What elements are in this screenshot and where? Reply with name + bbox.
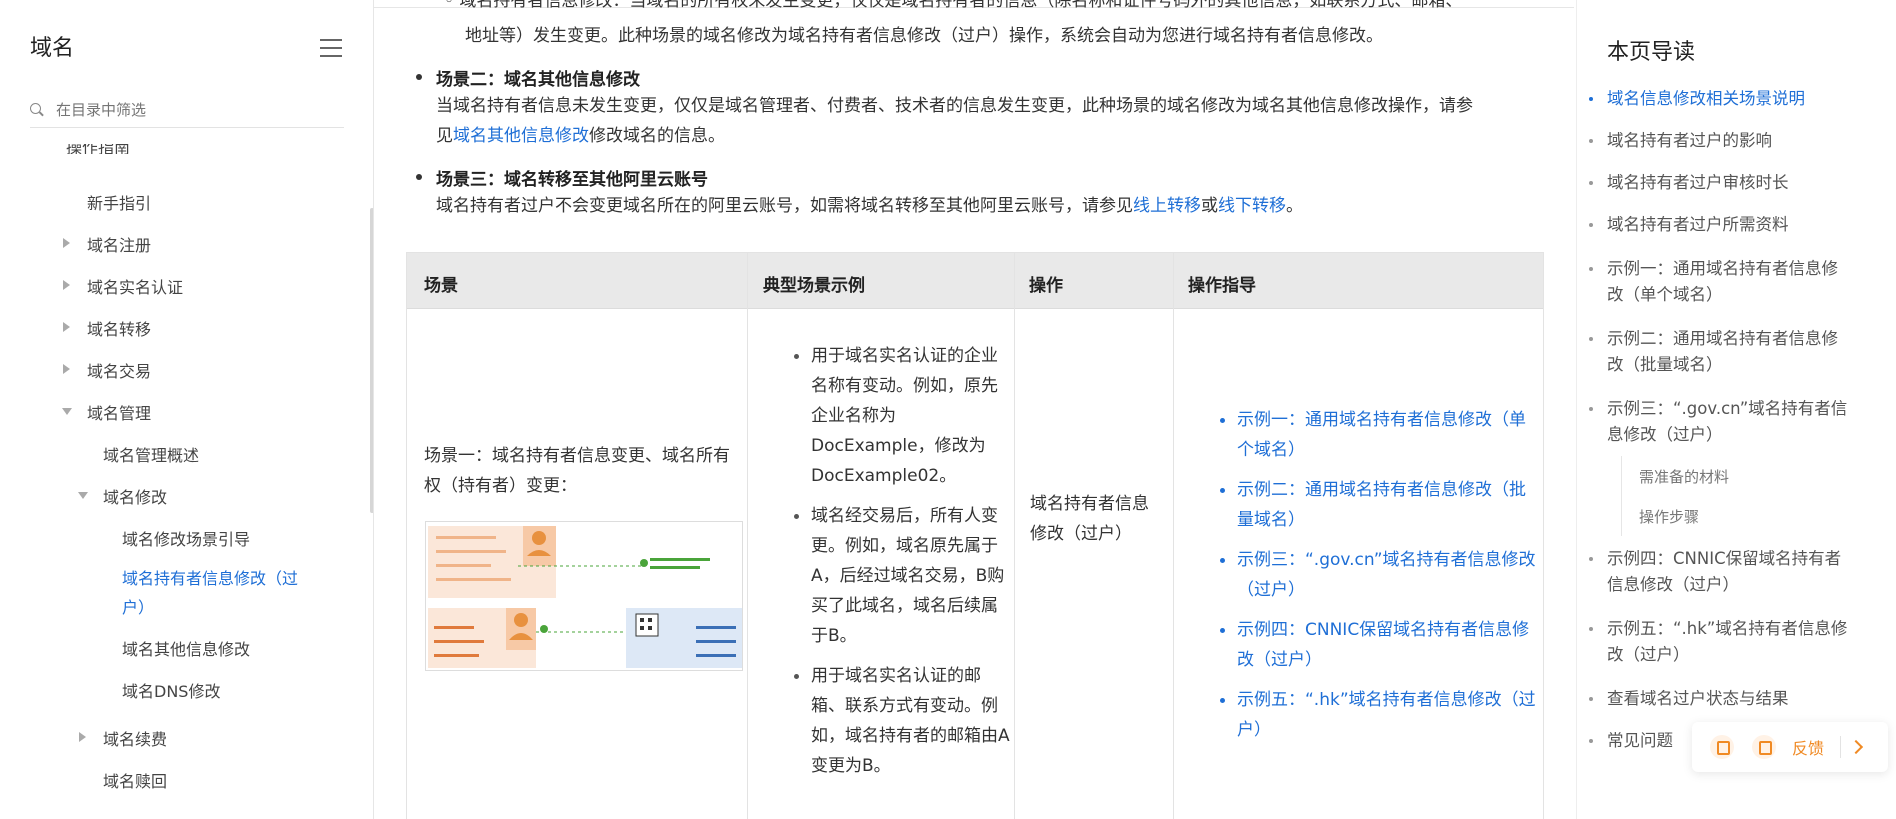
- toc-item-example-4[interactable]: 示例四：CNNIC保留域名持有者信息修改（过户）: [1589, 546, 1852, 598]
- chevron-right-icon[interactable]: [1848, 739, 1864, 755]
- scene3-text: 域名持有者过户不会变更域名所在的阿里云账号，如需将域名转移至其他阿里云账号，请参…: [436, 196, 1303, 216]
- th-scene: 场景: [424, 276, 458, 296]
- guide-link-4[interactable]: 示例四：CNNIC保留域名持有者信息修改（过户）: [1220, 615, 1537, 675]
- toc-item-faq[interactable]: 常见问题: [1589, 728, 1687, 754]
- toc-item-example-3[interactable]: 示例三：“.gov.cn”域名持有者信息修改（过户）: [1589, 396, 1852, 448]
- scene2-title: 场景二：域名其他信息修改: [416, 65, 640, 90]
- th-operation: 操作: [1029, 276, 1063, 296]
- example-item: 用于域名实名认证的企业名称有变动。例如，原先企业名称为DocExample，修改…: [794, 341, 1011, 491]
- guide-link-5[interactable]: 示例五：“.hk”域名持有者信息修改（过户）: [1220, 685, 1537, 745]
- scene2-text2: 见域名其他信息修改修改域名的信息。: [436, 126, 725, 146]
- toc-item-example-5[interactable]: 示例五：“.hk”域名持有者信息修改（过户）: [1589, 616, 1852, 668]
- thumbs-up-icon[interactable]: [1710, 735, 1734, 759]
- sidebar-item-redeem[interactable]: 域名赎回: [103, 768, 167, 792]
- thumbs-down-icon[interactable]: [1752, 735, 1776, 759]
- top-line-2: 地址等）发生变更。此种场景的域名修改为域名持有者信息修改（过户）操作，系统会自动…: [465, 26, 1383, 46]
- feedback-widget: 反馈: [1692, 722, 1888, 772]
- example-item: 用于域名实名认证的邮箱、联系方式有变动。例如，域名持有者的邮箱由A变更为B。: [794, 661, 1011, 781]
- guide-link-2[interactable]: 示例二：通用域名持有者信息修改（批量域名）: [1220, 475, 1537, 535]
- sidebar-item-manage-overview[interactable]: 域名管理概述: [103, 442, 199, 466]
- sidebar-item-beginner[interactable]: 新手指引: [87, 190, 151, 214]
- top-line-1: ◦ 域名持有者信息修改：当域名的所有权未发生变更，仅仅是域名持有者的信息（除名称…: [444, 0, 1463, 11]
- toc-item-review-time[interactable]: 域名持有者过户审核时长: [1589, 170, 1867, 196]
- toc-item-example-2[interactable]: 示例二：通用域名持有者信息修改（批量域名）: [1589, 326, 1847, 378]
- table-header: 场景 典型场景示例 操作 操作指导: [407, 253, 1543, 309]
- sidebar: 域名 操作指南 新手指引 域名注册 域名实名认证 域名转移 域名交易 域名管理 …: [0, 0, 374, 819]
- sidebar-item-trade[interactable]: 域名交易: [63, 358, 151, 382]
- sidebar-item-modify[interactable]: 域名修改: [78, 484, 167, 508]
- sidebar-item-other-modify[interactable]: 域名其他信息修改: [122, 636, 250, 660]
- toc-item-materials[interactable]: 域名持有者过户所需资料: [1589, 212, 1867, 238]
- toc-item-impact[interactable]: 域名持有者过户的影响: [1589, 128, 1867, 154]
- feedback-button[interactable]: 反馈: [1792, 735, 1824, 759]
- offline-transfer-link[interactable]: 线下转移: [1218, 196, 1286, 216]
- sidebar-item-guide[interactable]: 操作指南: [66, 144, 130, 154]
- sidebar-item-register[interactable]: 域名注册: [63, 232, 151, 256]
- search-input[interactable]: [56, 100, 326, 119]
- sidebar-item-modify-guide[interactable]: 域名修改场景引导: [122, 526, 250, 550]
- sidebar-item-transfer[interactable]: 域名转移: [63, 316, 151, 340]
- table-cell-operation: 域名持有者信息修改（过户）: [1030, 494, 1149, 544]
- examples-list: 用于域名实名认证的企业名称有变动。例如，原先企业名称为DocExample，修改…: [794, 341, 1011, 791]
- toc-sub-materials[interactable]: 需准备的材料: [1639, 466, 1729, 487]
- sidebar-search[interactable]: [30, 92, 344, 128]
- search-icon: [30, 102, 44, 117]
- main-content: ◦ 域名持有者信息修改：当域名的所有权未发生变更，仅仅是域名持有者的信息（除名称…: [374, 0, 1574, 819]
- scenario-diagram: [425, 521, 743, 671]
- guide-link-1[interactable]: 示例一：通用域名持有者信息修改（单个域名）: [1220, 405, 1537, 465]
- online-transfer-link[interactable]: 线上转移: [1133, 196, 1201, 216]
- guide-link-3[interactable]: 示例三：“.gov.cn”域名持有者信息修改（过户）: [1220, 545, 1537, 605]
- sidebar-item-realname[interactable]: 域名实名认证: [63, 274, 183, 298]
- sidebar-item-renew[interactable]: 域名续费: [79, 726, 167, 750]
- sidebar-item-holder-modify[interactable]: 域名持有者信息修改（过户）: [122, 564, 322, 622]
- guide-list: 示例一：通用域名持有者信息修改（单个域名） 示例二：通用域名持有者信息修改（批量…: [1220, 405, 1537, 755]
- example-item: 域名经交易后，所有人变更。例如，域名原先属于A，后经过域名交易，B购买了此域名，…: [794, 501, 1011, 651]
- sidebar-item-manage[interactable]: 域名管理: [62, 400, 151, 424]
- toc-title: 本页导读: [1607, 40, 1696, 65]
- scenario-table: 场景 典型场景示例 操作 操作指导 场景一：域名持有者信息变更、域名所有权（持有…: [406, 252, 1544, 819]
- sidebar-title: 域名: [30, 36, 75, 61]
- th-guide: 操作指导: [1188, 276, 1256, 296]
- menu-icon[interactable]: [320, 39, 342, 57]
- other-info-modify-link[interactable]: 域名其他信息修改: [453, 126, 589, 146]
- scene2-text1: 当域名持有者信息未发生变更，仅仅是域名管理者、付费者、技术者的信息发生变更，此种…: [436, 96, 1473, 116]
- toc-sub-steps[interactable]: 操作步骤: [1639, 506, 1699, 527]
- sidebar-header: 域名: [30, 32, 342, 66]
- toc-item-status[interactable]: 查看域名过户状态与结果: [1589, 686, 1867, 712]
- th-examples: 典型场景示例: [763, 276, 865, 296]
- scene3-title: 场景三：域名转移至其他阿里云账号: [416, 165, 708, 190]
- sidebar-item-dns-modify[interactable]: 域名DNS修改: [122, 678, 220, 702]
- toc-item-scenarios[interactable]: 域名信息修改相关场景说明: [1589, 86, 1867, 112]
- table-cell-scene: 场景一：域名持有者信息变更、域名所有权（持有者）变更：: [424, 446, 730, 496]
- toc: 本页导读 域名信息修改相关场景说明 域名持有者过户的影响 域名持有者过户审核时长…: [1576, 0, 1896, 819]
- toc-item-example-1[interactable]: 示例一：通用域名持有者信息修改（单个域名）: [1589, 256, 1847, 308]
